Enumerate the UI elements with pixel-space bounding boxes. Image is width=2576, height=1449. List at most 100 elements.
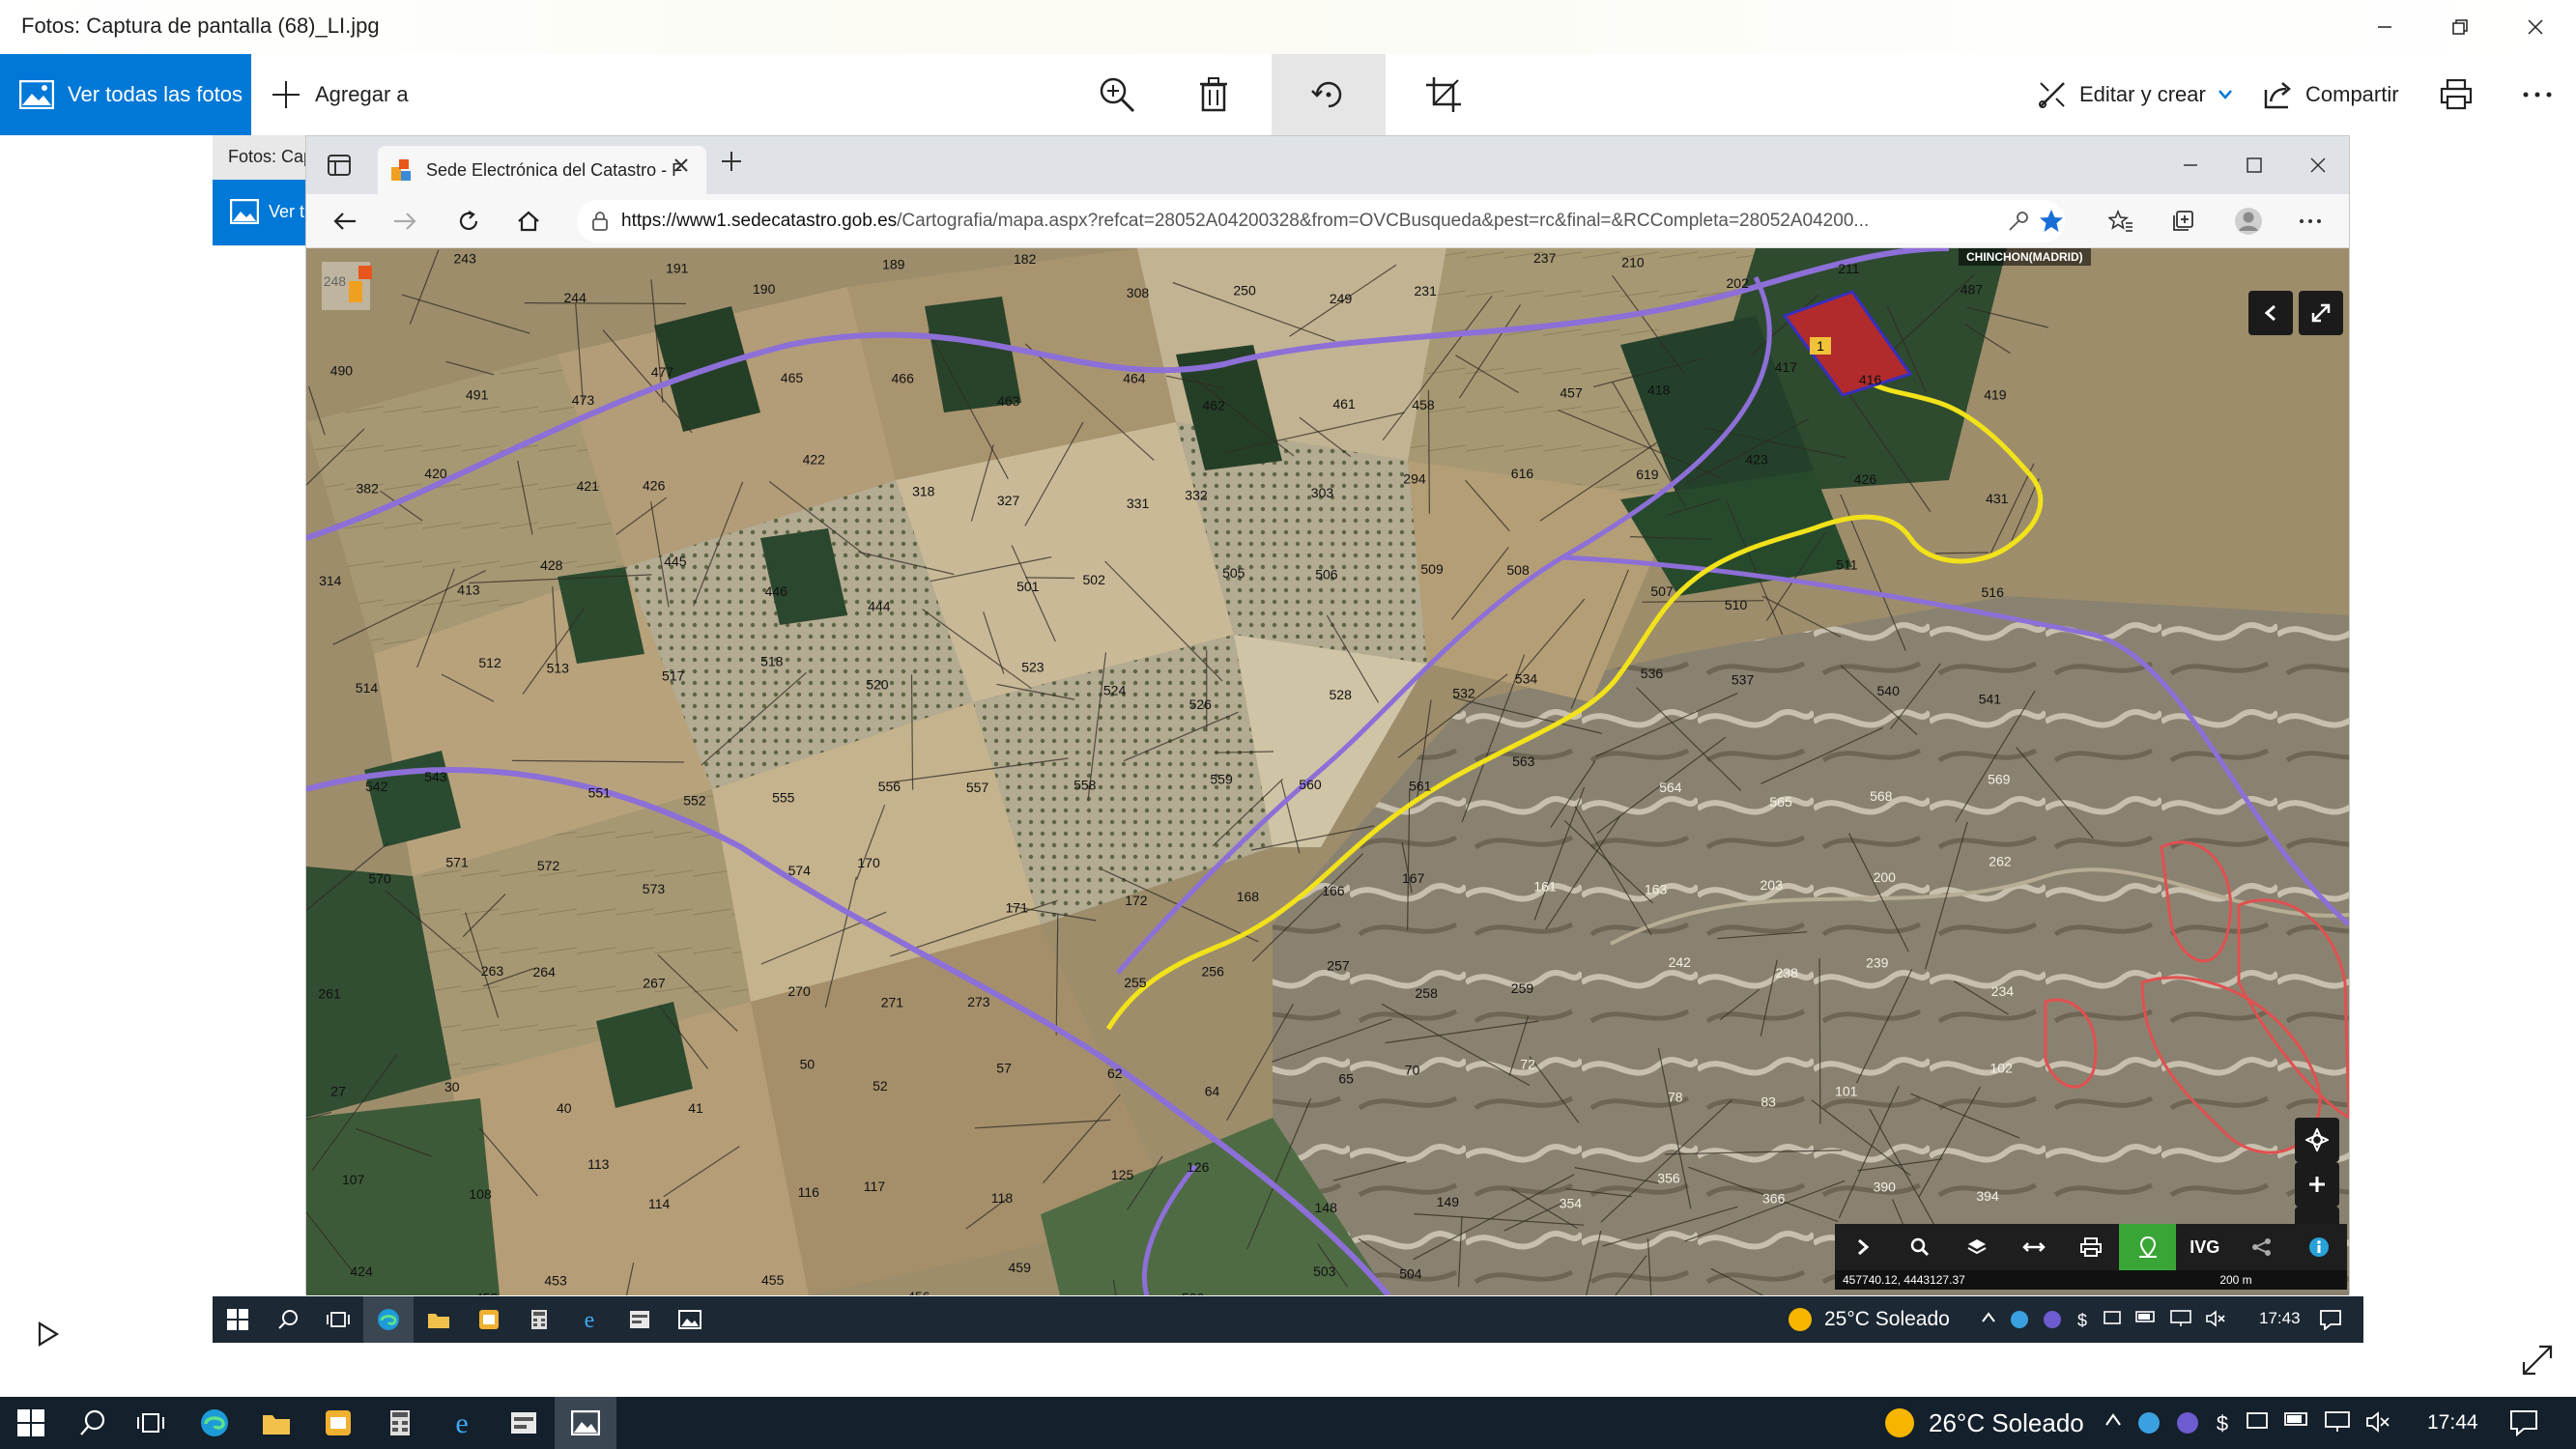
map-tool-print[interactable] xyxy=(2063,1224,2120,1270)
inner-start-button[interactable] xyxy=(213,1296,263,1343)
new-tab-button[interactable] xyxy=(720,150,743,173)
map-tool-layers[interactable] xyxy=(1949,1224,2006,1270)
inner-photos-app[interactable] xyxy=(665,1296,715,1343)
parcel-number-label: 464 xyxy=(1123,370,1146,385)
back-button[interactable] xyxy=(326,202,364,241)
inner-clock[interactable]: 17:43 xyxy=(2259,1309,2301,1328)
map-tool-location[interactable] xyxy=(2119,1224,2177,1270)
more-options-button[interactable] xyxy=(2491,54,2576,135)
map-tool-expand[interactable] xyxy=(1835,1224,1892,1270)
battery-icon xyxy=(2284,1412,2307,1426)
collapse-panel-button[interactable] xyxy=(2248,291,2293,335)
map-tool-share[interactable] xyxy=(2233,1224,2290,1270)
restore-button[interactable] xyxy=(2431,8,2489,46)
profile-button[interactable] xyxy=(2229,202,2268,241)
refresh-button[interactable] xyxy=(449,202,488,241)
maximize-icon xyxy=(2247,157,2262,173)
zoom-button[interactable] xyxy=(1071,54,1163,135)
tab-close-button[interactable] xyxy=(673,157,689,173)
search-icon xyxy=(80,1409,105,1435)
inner-app-extra[interactable] xyxy=(615,1296,665,1343)
address-bar[interactable]: https://www1.sedecatastro.gob.es/Cartogr… xyxy=(577,200,2065,242)
inner-task-view-button[interactable] xyxy=(313,1296,363,1343)
map-tool-measure[interactable] xyxy=(2006,1224,2063,1270)
background-window-label: Ver t xyxy=(269,202,305,221)
parcel-number-label: 503 xyxy=(1313,1264,1336,1279)
notifications-button[interactable] xyxy=(2493,1397,2555,1449)
browser-maximize-button[interactable] xyxy=(2235,146,2274,185)
crop-button[interactable] xyxy=(1397,54,1490,135)
cadastre-map[interactable]: 1 248 243 244 191 190 189 182 308 250 249 231 237 21… xyxy=(306,248,2349,1295)
browser-tab-catastro[interactable]: Sede Electrónica del Catastro - F xyxy=(378,146,706,194)
inner-system-tray[interactable]: $ xyxy=(1981,1310,2226,1329)
map-tool-search[interactable] xyxy=(1892,1224,1949,1270)
inner-calculator-app[interactable] xyxy=(514,1296,564,1343)
parcel-number-label: 41 xyxy=(688,1100,703,1116)
map-tool-inspire[interactable]: IVG xyxy=(2176,1224,2233,1270)
edit-create-label: Editar y crear xyxy=(2079,82,2206,106)
map-zoom-in-button[interactable] xyxy=(2295,1162,2339,1207)
svg-text:e: e xyxy=(585,1308,595,1331)
photos-app[interactable] xyxy=(555,1397,616,1449)
zoom-in-icon xyxy=(1100,77,1135,113)
outlook-app[interactable] xyxy=(307,1397,369,1449)
inner-notifications-button[interactable] xyxy=(2305,1296,2356,1343)
url-text: https://www1.sedecatastro.gob.es/Cartogr… xyxy=(621,211,1869,232)
favorites-button[interactable] xyxy=(2102,202,2140,241)
calculator-app[interactable] xyxy=(369,1397,431,1449)
delete-button[interactable] xyxy=(1167,54,1260,135)
inner-ie-app[interactable]: e xyxy=(564,1296,615,1343)
favorite-star-button[interactable] xyxy=(2032,202,2071,241)
parcel-number-label: 314 xyxy=(319,573,342,588)
inner-weather-widget[interactable]: 25°C Soleado xyxy=(1788,1296,1950,1343)
share-button[interactable]: Compartir xyxy=(2263,54,2399,135)
slideshow-button[interactable] xyxy=(37,1321,60,1347)
close-button[interactable] xyxy=(2506,8,2564,46)
home-button[interactable] xyxy=(509,202,548,241)
parcel-number-label: 78 xyxy=(1668,1090,1683,1105)
tab-actions-button[interactable] xyxy=(320,146,358,185)
map-tool-info[interactable] xyxy=(2290,1224,2347,1270)
inner-edge-app[interactable] xyxy=(363,1296,414,1343)
inner-explorer-app[interactable] xyxy=(414,1296,464,1343)
restore-icon xyxy=(2452,19,2468,35)
start-button[interactable] xyxy=(0,1397,62,1449)
locate-button[interactable] xyxy=(2295,1118,2339,1162)
browser-minimize-button[interactable] xyxy=(2171,146,2210,185)
parcel-number-label: 557 xyxy=(966,780,989,795)
rotate-button[interactable] xyxy=(1272,54,1386,135)
browser-close-button[interactable] xyxy=(2299,146,2337,185)
inner-search-button[interactable] xyxy=(263,1296,313,1343)
system-tray[interactable]: $ xyxy=(2104,1411,2390,1435)
extra-app[interactable] xyxy=(493,1397,555,1449)
map-fullscreen-button[interactable] xyxy=(2299,291,2343,335)
parcel-number-label: 189 xyxy=(882,257,905,272)
edge-app[interactable] xyxy=(184,1397,245,1449)
add-to-button[interactable]: Agregar a xyxy=(271,54,409,135)
inner-outlook-app[interactable] xyxy=(464,1296,514,1343)
ie-app[interactable]: e xyxy=(431,1397,493,1449)
clock[interactable]: 17:44 xyxy=(2427,1411,2478,1435)
parcel-number-label: 149 xyxy=(1437,1194,1460,1209)
more-icon xyxy=(2300,219,2321,223)
chevron-left-icon xyxy=(2264,304,2275,322)
see-all-photos-button[interactable]: Ver todas las fotos xyxy=(0,54,251,135)
print-button[interactable] xyxy=(2410,54,2503,135)
minimize-button[interactable] xyxy=(2356,8,2414,46)
explorer-app[interactable] xyxy=(245,1397,307,1449)
edge-browser-window: Sede Electrónica del Catastro - F https:… xyxy=(305,135,2350,1295)
forward-button[interactable] xyxy=(386,202,424,241)
parcel-number-label: 457 xyxy=(1560,385,1583,401)
task-view-button[interactable] xyxy=(120,1397,182,1449)
collections-button[interactable] xyxy=(2163,202,2202,241)
photos-fullscreen-button[interactable] xyxy=(2520,1343,2555,1378)
weather-widget[interactable]: 26°C Soleado xyxy=(1884,1397,2084,1449)
edit-create-button[interactable]: Editar y crear xyxy=(2037,54,2233,135)
rotate-icon xyxy=(1311,81,1342,108)
parcel-number-label: 512 xyxy=(478,655,501,670)
parcel-number-label: 504 xyxy=(1399,1265,1422,1281)
settings-more-button[interactable] xyxy=(2291,202,2330,241)
search-button[interactable] xyxy=(62,1397,124,1449)
parcel-number-label: 516 xyxy=(1982,584,2005,600)
parcel-number-label: 569 xyxy=(1988,771,2011,786)
